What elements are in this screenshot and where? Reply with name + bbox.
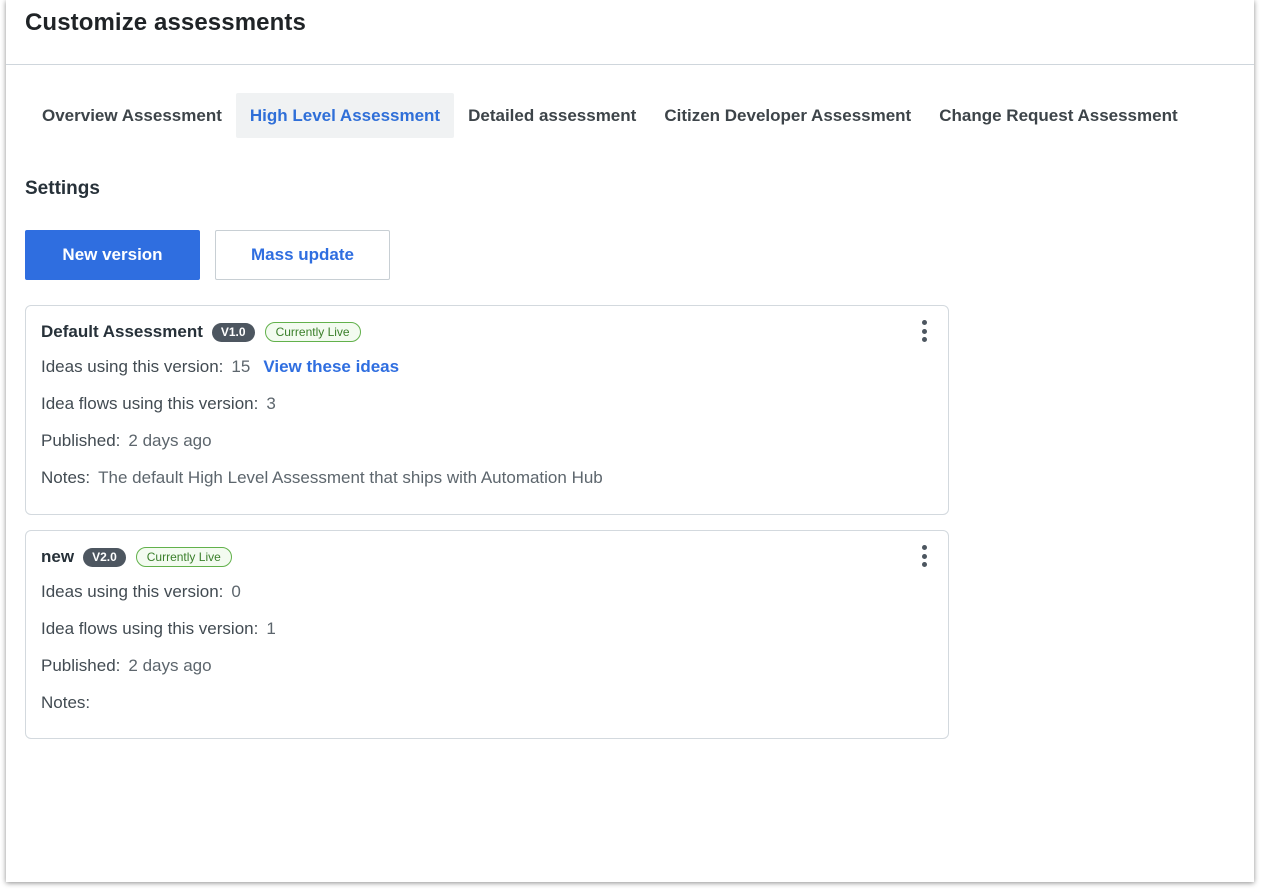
version-card-header: Default Assessment V1.0 Currently Live [41, 320, 361, 344]
page-title: Customize assessments [25, 9, 306, 36]
published-value: 2 days ago [128, 656, 212, 675]
tab-detailed-assessment[interactable]: Detailed assessment [454, 93, 650, 138]
version-badge: V1.0 [211, 322, 255, 342]
notes-row: Notes: [41, 693, 98, 713]
flows-using-row: Idea flows using this version: 1 [41, 619, 276, 639]
notes-label: Notes: [41, 693, 91, 712]
flows-count: 1 [266, 619, 276, 638]
version-badge: V2.0 [83, 547, 126, 567]
version-card: Default Assessment V1.0 Currently Live I… [25, 305, 949, 515]
status-badge: Currently Live [135, 547, 232, 567]
published-label: Published: [41, 431, 121, 450]
notes-value: The default High Level Assessment that s… [98, 468, 603, 487]
ideas-count: 0 [231, 582, 241, 601]
ideas-count: 15 [231, 357, 251, 376]
version-name: Default Assessment [41, 322, 203, 341]
title-divider [6, 64, 1254, 65]
published-row: Published: 2 days ago [41, 431, 212, 451]
version-name: new [41, 547, 75, 566]
tab-high-level-assessment[interactable]: High Level Assessment [235, 93, 455, 138]
view-these-ideas-link[interactable]: View these ideas [263, 357, 399, 377]
flows-count: 3 [266, 394, 276, 413]
status-badge: Currently Live [264, 322, 361, 342]
customize-assessments-panel: Customize assessments Overview Assessmen… [6, 0, 1254, 882]
ideas-using-row: Ideas using this version: 15 View these … [41, 357, 399, 377]
ideas-using-row: Ideas using this version: 0 [41, 582, 241, 602]
published-label: Published: [41, 656, 121, 675]
flows-using-label: Idea flows using this version: [41, 619, 259, 638]
assessment-tabs: Overview Assessment High Level Assessmen… [28, 93, 1192, 138]
more-options-icon[interactable] [917, 320, 931, 342]
flows-using-row: Idea flows using this version: 3 [41, 394, 276, 414]
settings-heading: Settings [25, 178, 100, 199]
published-value: 2 days ago [128, 431, 212, 450]
version-card: new V2.0 Currently Live Ideas using this… [25, 530, 949, 739]
ideas-using-label: Ideas using this version: [41, 357, 224, 376]
notes-label: Notes: [41, 468, 91, 487]
flows-using-label: Idea flows using this version: [41, 394, 259, 413]
mass-update-button[interactable]: Mass update [215, 230, 390, 280]
tab-change-request-assessment[interactable]: Change Request Assessment [925, 93, 1191, 138]
notes-row: Notes: The default High Level Assessment… [41, 468, 603, 488]
ideas-using-label: Ideas using this version: [41, 582, 224, 601]
more-options-icon[interactable] [917, 545, 931, 567]
new-version-button[interactable]: New version [25, 230, 200, 280]
tab-overview-assessment[interactable]: Overview Assessment [28, 93, 236, 138]
published-row: Published: 2 days ago [41, 656, 212, 676]
tab-citizen-developer-assessment[interactable]: Citizen Developer Assessment [650, 93, 925, 138]
version-card-header: new V2.0 Currently Live [41, 545, 232, 569]
